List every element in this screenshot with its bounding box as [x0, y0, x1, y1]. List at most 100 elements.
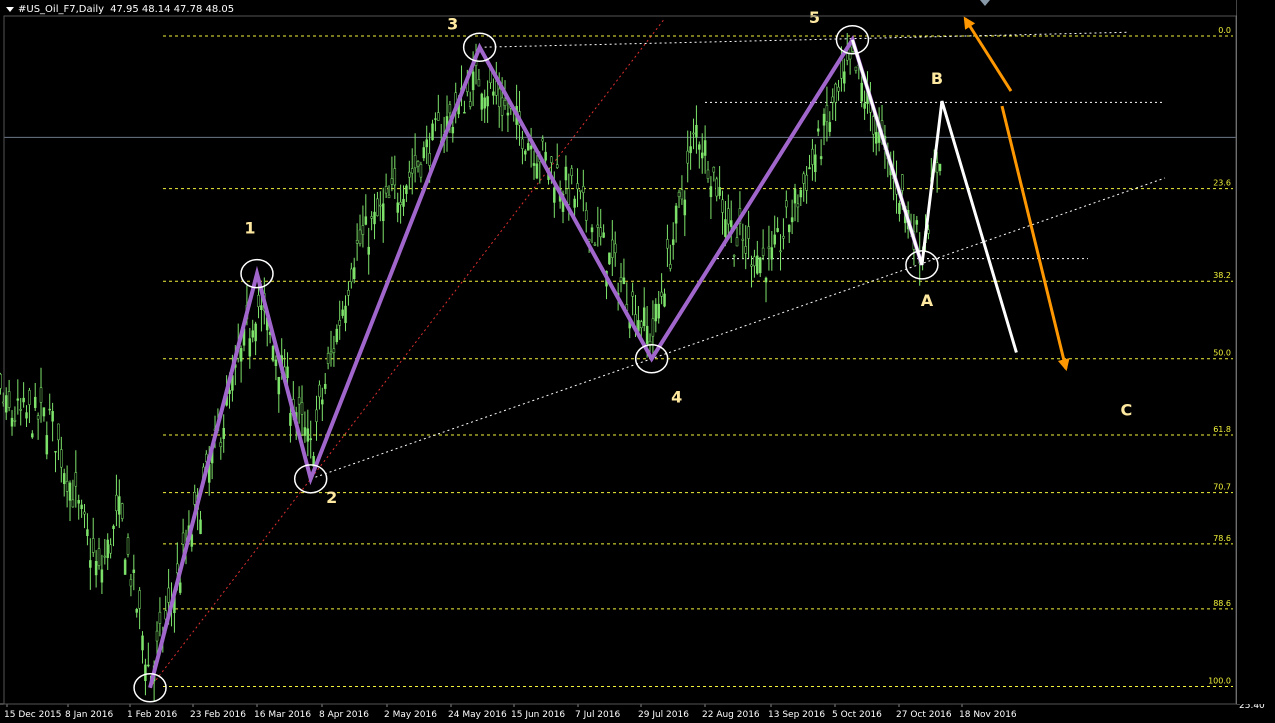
candle-body	[584, 210, 588, 221]
price-chart[interactable]: 0.023.638.250.061.870.778.688.6100.0 123…	[0, 0, 1275, 723]
candle-body	[97, 548, 101, 566]
wave-label-2: 2	[326, 488, 337, 507]
candle-body	[251, 330, 254, 338]
candle-body	[318, 384, 321, 398]
candle-body	[915, 220, 919, 225]
candle-body	[802, 173, 805, 184]
candle-body	[147, 664, 150, 667]
candle-body	[767, 246, 771, 249]
upside-target-arrow	[963, 16, 1013, 92]
candle-body	[45, 435, 49, 455]
candle-body	[700, 152, 704, 159]
candle-body	[631, 291, 634, 297]
candle-body	[68, 482, 72, 501]
candle-body	[541, 138, 544, 142]
candle-body	[492, 91, 495, 96]
x-tick-label: 16 Mar 2016	[254, 710, 311, 720]
wave-label-c: C	[1121, 400, 1133, 419]
x-tick-label: 5 Oct 2016	[832, 710, 882, 720]
candle-body	[410, 168, 414, 174]
candle-body	[31, 433, 34, 438]
candle-body	[779, 250, 782, 253]
candle-body	[901, 174, 904, 191]
candle-body	[727, 208, 730, 225]
candle-body	[770, 247, 774, 260]
menu-triangle-icon[interactable]	[6, 6, 14, 12]
candle-body	[674, 205, 678, 224]
candle-body	[228, 390, 231, 395]
candle-body	[808, 167, 811, 170]
candle-body	[805, 174, 808, 191]
candle-body	[86, 529, 89, 537]
candle-body	[750, 264, 753, 267]
candle-body	[680, 189, 684, 200]
candle-body	[355, 240, 359, 244]
candle-layer	[0, 33, 942, 702]
candle-body	[387, 194, 391, 198]
candle-body	[42, 407, 46, 417]
candle-body	[408, 171, 411, 178]
wave-layer	[133, 25, 1018, 703]
candle-body	[579, 189, 582, 192]
candle-body	[819, 156, 823, 160]
candle-body	[33, 396, 37, 408]
candle-body	[384, 186, 388, 194]
wave-label-1: 1	[244, 219, 255, 238]
candle-body	[599, 227, 602, 238]
candle-body	[724, 219, 727, 237]
candle-body	[732, 254, 736, 257]
candle-body	[715, 178, 718, 197]
candle-body	[544, 151, 547, 161]
fib-label: 23.6	[1213, 179, 1231, 188]
candle-body	[787, 224, 791, 233]
candle-body	[477, 79, 481, 87]
candle-body	[422, 147, 426, 159]
candle-body	[756, 255, 759, 274]
candle-body	[686, 150, 689, 164]
candle-body	[57, 423, 60, 441]
candle-body	[845, 52, 849, 61]
candle-body	[402, 198, 405, 207]
candle-body	[289, 413, 292, 426]
x-tick-label: 18 Nov 2016	[959, 710, 1017, 720]
x-tick-label: 24 May 2016	[448, 710, 507, 720]
fib-layer: 0.0 23.6 38.2 50.0 61.8 70.7 78.6 88.6 100.0	[163, 26, 1233, 687]
candle-body	[28, 390, 31, 405]
candle-body	[126, 537, 130, 555]
candle-body	[434, 118, 437, 120]
candle-body	[480, 93, 484, 110]
candle-body	[872, 116, 875, 135]
candle-body	[695, 124, 698, 138]
candle-body	[486, 96, 489, 107]
candle-body	[698, 144, 701, 150]
candle-body	[524, 150, 527, 155]
candle-body	[663, 293, 666, 307]
fib-label: 78.6	[1213, 534, 1231, 543]
candle-body	[77, 500, 80, 504]
candle-body	[48, 408, 51, 411]
candle-body	[158, 611, 162, 624]
candle-body	[840, 59, 843, 79]
candle-body	[735, 237, 739, 247]
ohlc-label: 47.95 48.14 47.78 48.05	[110, 3, 235, 15]
wave-label-b: B	[931, 69, 943, 88]
candle-body	[335, 328, 339, 343]
x-tick-label: 15 Dec 2015	[4, 710, 62, 720]
candle-body	[54, 450, 57, 453]
candle-body	[613, 243, 617, 254]
candle-body	[822, 113, 826, 126]
fib-label: 0.0	[1218, 26, 1231, 35]
candle-body	[860, 82, 863, 102]
candle-body	[219, 442, 223, 447]
price-axis-bg	[1237, 0, 1275, 704]
fib-label: 100.0	[1208, 676, 1231, 685]
candle-body	[341, 309, 344, 316]
candle-body	[141, 635, 144, 651]
candle-body	[65, 480, 69, 492]
candle-body	[413, 155, 417, 169]
candle-body	[712, 166, 716, 173]
candle-body	[248, 338, 252, 357]
candle-body	[619, 277, 623, 282]
candle-body	[669, 264, 672, 269]
fib-label: 61.8	[1213, 425, 1231, 434]
